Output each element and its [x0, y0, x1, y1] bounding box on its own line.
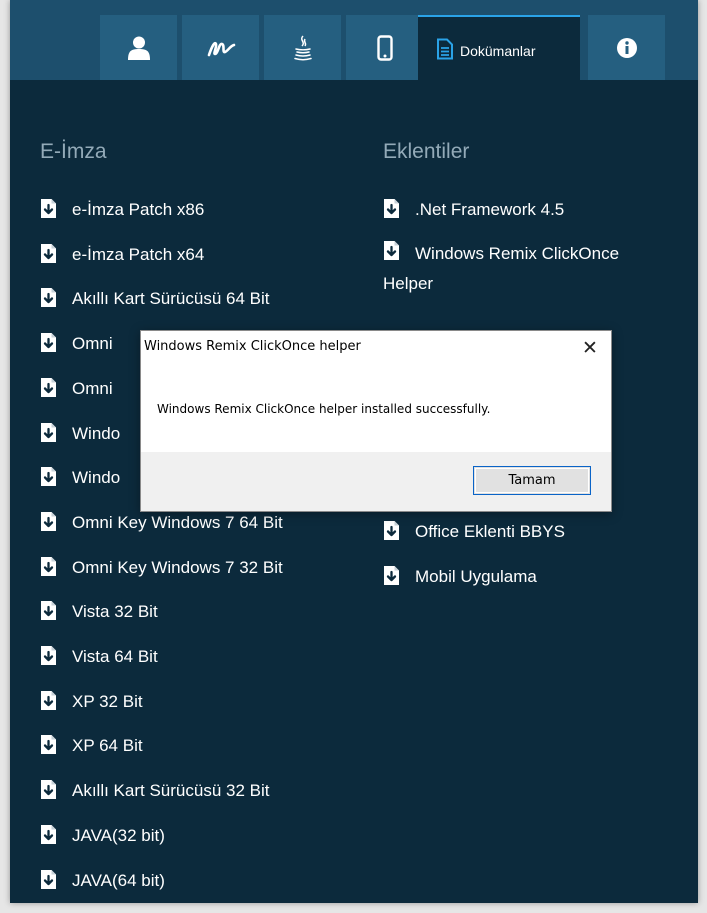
downloads-panel: Dokümanlar E-İmza Eklentiler e-İmza Patc… [10, 0, 698, 903]
tab-java[interactable] [264, 15, 341, 80]
message-dialog: Windows Remix ClickOnce helper ✕ Windows… [140, 330, 612, 512]
download-link[interactable]: Vista 32 Bit [40, 597, 158, 627]
dialog-footer: Tamam [141, 452, 611, 511]
download-link[interactable]: Omni Key Windows 7 32 Bit [40, 553, 283, 583]
user-icon [127, 36, 150, 60]
download-link[interactable]: JAVA(32 bit) [40, 821, 165, 851]
download-link[interactable]: Windo [40, 463, 120, 493]
download-link[interactable]: Omni Key Windows 7 64 Bit [40, 508, 283, 538]
tab-documents[interactable]: Dokümanlar [418, 15, 580, 80]
tab-bar: Dokümanlar [10, 0, 698, 80]
download-link-label: Mobil Uygulama [415, 567, 537, 586]
download-file-icon [40, 287, 57, 308]
download-link[interactable]: XP 64 Bit [40, 731, 143, 761]
tab-user[interactable] [100, 15, 177, 80]
download-file-icon [40, 243, 57, 264]
download-link-label: Akıllı Kart Sürücüsü 32 Bit [72, 781, 270, 801]
document-icon [436, 38, 454, 60]
download-link-label: .Net Framework 4.5 [415, 200, 565, 219]
download-file-icon [40, 511, 57, 532]
download-file-icon [40, 377, 57, 398]
close-icon[interactable]: ✕ [577, 333, 603, 363]
signature-icon [206, 38, 236, 58]
download-link-label: Office Eklenti BBYS [415, 522, 565, 541]
download-link-label: JAVA(32 bit) [72, 825, 165, 845]
download-file-icon [40, 198, 57, 219]
download-link[interactable]: XP 32 Bit [40, 687, 143, 717]
download-link-label: Omni [72, 378, 113, 398]
tab-documents-label: Dokümanlar [460, 42, 536, 59]
download-link[interactable]: JAVA(64 bit) [40, 866, 165, 896]
download-link-label: Windo [72, 423, 121, 443]
download-link-label: Omni [72, 334, 113, 354]
download-link[interactable]: Mobil Uygulama [383, 562, 537, 592]
download-file-icon [40, 645, 57, 666]
download-link-label: Omni Key Windows 7 64 Bit [72, 512, 283, 532]
download-file-icon [40, 690, 57, 711]
download-file-icon [40, 779, 57, 800]
download-link[interactable]: Vista 64 Bit [40, 642, 158, 672]
dialog-title: Windows Remix ClickOnce helper [144, 339, 361, 354]
download-link-label: XP 32 Bit [72, 691, 143, 711]
download-link[interactable]: e-İmza Patch x86 [40, 195, 204, 225]
tab-signature[interactable] [182, 15, 259, 80]
download-file-icon [40, 466, 57, 487]
download-link-label: Akıllı Kart Sürücüsü 64 Bit [72, 289, 270, 309]
download-file-icon [40, 556, 57, 577]
download-link[interactable]: .Net Framework 4.5 [383, 195, 564, 225]
mobile-icon [376, 34, 393, 61]
download-file-icon [40, 422, 57, 443]
dialog-message: Windows Remix ClickOnce helper installed… [157, 402, 491, 416]
ok-button[interactable]: Tamam [473, 466, 591, 495]
download-link[interactable]: Omni [40, 329, 113, 359]
download-link-label: Vista 64 Bit [72, 647, 158, 666]
download-link[interactable]: Office Eklenti BBYS [383, 517, 565, 547]
download-link-label: Omni Key Windows 7 32 Bit [72, 557, 283, 577]
download-link-label: Vista 32 Bit [72, 602, 158, 622]
info-icon [616, 37, 638, 59]
download-link-label: e-İmza Patch x86 [72, 200, 205, 219]
java-icon [293, 34, 313, 61]
download-link[interactable]: Akıllı Kart Sürücüsü 64 Bit [40, 284, 269, 314]
download-file-icon [40, 734, 57, 755]
download-link[interactable]: Omni [40, 374, 113, 404]
eklentiler-heading: Eklentiler [383, 140, 470, 163]
download-link[interactable]: Windows Remix ClickOnce Helper [383, 239, 673, 299]
download-file-icon [40, 332, 57, 353]
download-file-icon [383, 565, 400, 586]
download-link-label: e-İmza Patch x64 [72, 244, 205, 264]
tab-info[interactable] [588, 15, 665, 80]
download-file-icon [40, 824, 57, 845]
download-link-label: XP 64 Bit [72, 736, 143, 756]
download-file-icon [383, 520, 400, 541]
eimza-heading: E-İmza [40, 140, 107, 163]
download-file-icon [383, 240, 400, 261]
download-file-icon [40, 869, 57, 890]
tab-mobile[interactable] [346, 15, 423, 80]
download-link-label: Windows Remix ClickOnce Helper [383, 244, 620, 293]
download-file-icon [383, 198, 400, 219]
download-link[interactable]: Windo [40, 419, 120, 449]
download-link-label: Windo [72, 468, 121, 488]
download-link[interactable]: Akıllı Kart Sürücüsü 32 Bit [40, 776, 269, 806]
download-file-icon [40, 600, 57, 621]
download-link[interactable]: e-İmza Patch x64 [40, 240, 204, 270]
download-link-label: JAVA(64 bit) [72, 870, 165, 890]
